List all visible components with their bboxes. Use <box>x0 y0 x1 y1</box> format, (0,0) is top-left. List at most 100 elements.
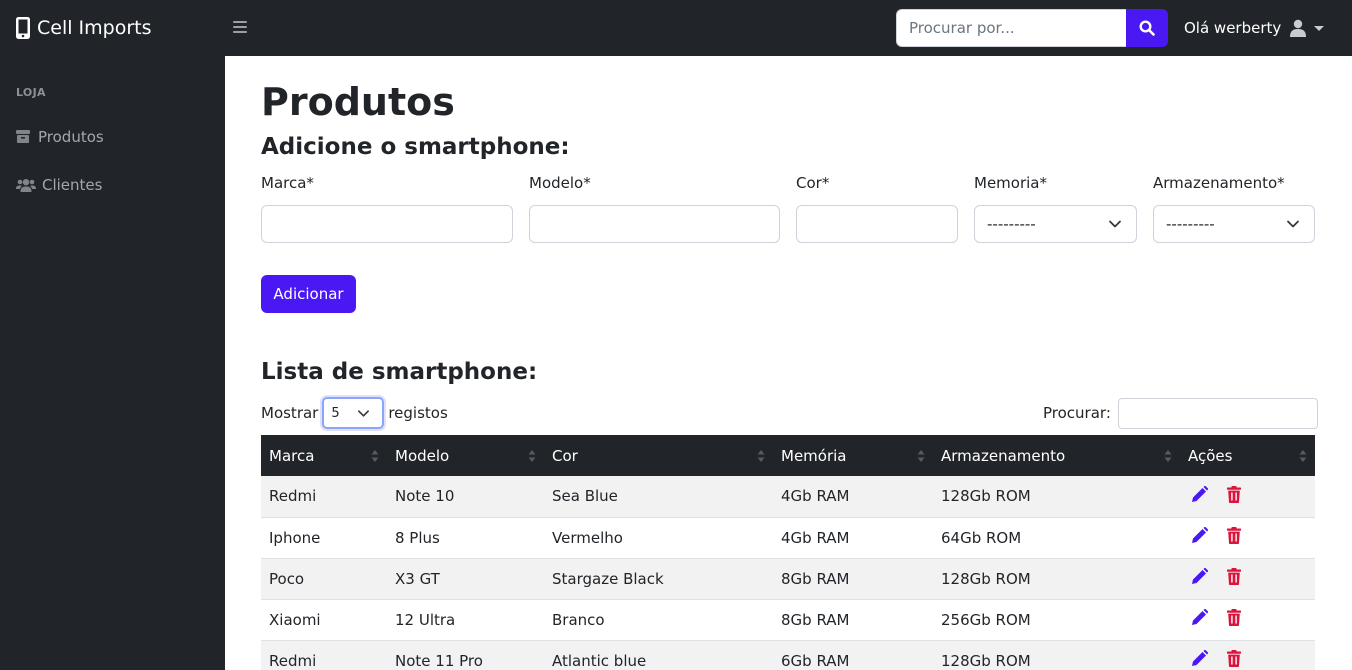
marca-field[interactable] <box>261 205 513 243</box>
add-button[interactable]: Adicionar <box>261 275 356 313</box>
sort-icon <box>371 450 379 462</box>
menu-icon-bar <box>233 21 247 23</box>
cell-cor: Sea Blue <box>544 476 773 518</box>
cell-marca: Redmi <box>261 640 387 670</box>
search-input[interactable] <box>896 9 1127 47</box>
pencil-icon[interactable] <box>1191 650 1208 667</box>
table-row: Iphone 8 Plus Vermelho 4Gb RAM 64Gb ROM <box>261 517 1315 559</box>
cell-modelo: X3 GT <box>387 558 544 600</box>
table-filter: Procurar: <box>1043 397 1318 429</box>
trash-icon[interactable] <box>1227 527 1241 544</box>
show-suffix-label: registos <box>388 404 448 422</box>
box-icon <box>16 130 32 144</box>
sidebar-heading: LOJA <box>16 86 46 99</box>
cell-marca: Redmi <box>261 476 387 518</box>
page-length-control: Mostrar 5 registos <box>261 397 448 429</box>
mobile-icon <box>16 17 32 39</box>
filter-input[interactable] <box>1117 397 1318 429</box>
column-header-label: Modelo <box>395 446 450 465</box>
armazenamento-label: Armazenamento* <box>1153 174 1285 192</box>
user-icon <box>1290 19 1307 37</box>
cell-modelo: Note 10 <box>387 476 544 518</box>
cell-cor: Vermelho <box>544 517 773 559</box>
show-prefix-label: Mostrar <box>261 404 319 422</box>
column-header-acoes[interactable]: Ações <box>1180 435 1315 476</box>
armazenamento-select[interactable]: --------- <box>1153 205 1315 243</box>
cell-memoria: 6Gb RAM <box>773 640 933 670</box>
sort-icon <box>1299 450 1307 462</box>
column-header-label: Armazenamento <box>941 446 1066 465</box>
pencil-icon[interactable] <box>1191 609 1208 626</box>
column-header-marca[interactable]: Marca <box>261 435 387 476</box>
cell-marca: Iphone <box>261 517 387 559</box>
filter-label: Procurar: <box>1043 404 1111 422</box>
page-length-value: 5 <box>331 405 340 421</box>
cell-acoes <box>1180 558 1315 600</box>
cell-armazenamento: 128Gb ROM <box>933 558 1180 600</box>
pencil-icon[interactable] <box>1191 527 1208 544</box>
cell-acoes <box>1180 517 1315 559</box>
page-length-select[interactable]: 5 <box>322 397 385 429</box>
cor-field[interactable] <box>796 205 958 243</box>
sort-icon <box>917 450 925 462</box>
memoria-select[interactable]: --------- <box>974 205 1137 243</box>
smartphone-table: Marca Modelo Cor Memória Armazenamento A… <box>261 435 1315 670</box>
marca-label: Marca* <box>261 174 314 192</box>
modelo-label: Modelo* <box>529 174 591 192</box>
cell-memoria: 4Gb RAM <box>773 517 933 559</box>
pencil-icon[interactable] <box>1191 568 1208 585</box>
chevron-down-icon <box>1314 25 1325 31</box>
cell-memoria: 8Gb RAM <box>773 599 933 641</box>
armazenamento-select-value: --------- <box>1166 215 1215 233</box>
memoria-label: Memoria* <box>974 174 1047 192</box>
column-header-memoria[interactable]: Memória <box>773 435 933 476</box>
table-row: Redmi Note 10 Sea Blue 4Gb RAM 128Gb ROM <box>261 476 1315 518</box>
cell-cor: Atlantic blue <box>544 640 773 670</box>
search-icon <box>1139 20 1155 36</box>
main-content: Produtos Adicione o smartphone: Marca* M… <box>225 56 1352 670</box>
search-button[interactable] <box>1126 9 1168 47</box>
menu-icon-bar <box>233 26 247 28</box>
cor-label: Cor* <box>796 174 830 192</box>
list-heading: Lista de smartphone: <box>261 359 538 385</box>
pencil-icon[interactable] <box>1191 485 1208 503</box>
sidebar-item-clientes[interactable]: Clientes <box>16 174 102 196</box>
cell-acoes <box>1180 476 1315 518</box>
sidebar-item-label: Produtos <box>38 128 104 146</box>
cell-armazenamento: 128Gb ROM <box>933 476 1180 518</box>
sort-icon <box>757 450 765 462</box>
trash-icon[interactable] <box>1227 650 1241 667</box>
sidebar-toggle-button[interactable] <box>232 19 248 35</box>
brand[interactable]: Cell Imports <box>16 14 152 42</box>
cell-armazenamento: 64Gb ROM <box>933 517 1180 559</box>
table-row: Xiaomi 12 Ultra Branco 8Gb RAM 256Gb ROM <box>261 599 1315 641</box>
page-title: Produtos <box>261 80 455 124</box>
trash-icon[interactable] <box>1227 568 1241 585</box>
user-greeting: Olá werberty <box>1184 19 1282 37</box>
user-menu[interactable]: Olá werberty <box>1184 14 1325 42</box>
sidebar-item-produtos[interactable]: Produtos <box>16 126 104 148</box>
column-header-label: Marca <box>269 446 315 465</box>
column-header-label: Cor <box>552 446 578 465</box>
modelo-field[interactable] <box>529 205 780 243</box>
chevron-down-icon <box>1287 220 1299 228</box>
chevron-down-icon <box>358 410 370 417</box>
chevron-down-icon <box>1109 220 1121 228</box>
cell-acoes <box>1180 599 1315 641</box>
column-header-label: Ações <box>1188 446 1233 465</box>
users-icon <box>16 178 36 192</box>
cell-memoria: 4Gb RAM <box>773 476 933 518</box>
cell-cor: Stargaze Black <box>544 558 773 600</box>
top-navbar: Cell Imports Olá werberty <box>0 0 1352 56</box>
column-header-modelo[interactable]: Modelo <box>387 435 544 476</box>
column-header-cor[interactable]: Cor <box>544 435 773 476</box>
cell-modelo: 8 Plus <box>387 517 544 559</box>
trash-icon[interactable] <box>1227 485 1241 503</box>
cell-armazenamento: 256Gb ROM <box>933 599 1180 641</box>
cell-modelo: Note 11 Pro <box>387 640 544 670</box>
trash-icon[interactable] <box>1227 609 1241 626</box>
column-header-armazenamento[interactable]: Armazenamento <box>933 435 1180 476</box>
menu-icon-bar <box>233 31 247 33</box>
brand-title: Cell Imports <box>37 17 152 39</box>
cell-marca: Xiaomi <box>261 599 387 641</box>
